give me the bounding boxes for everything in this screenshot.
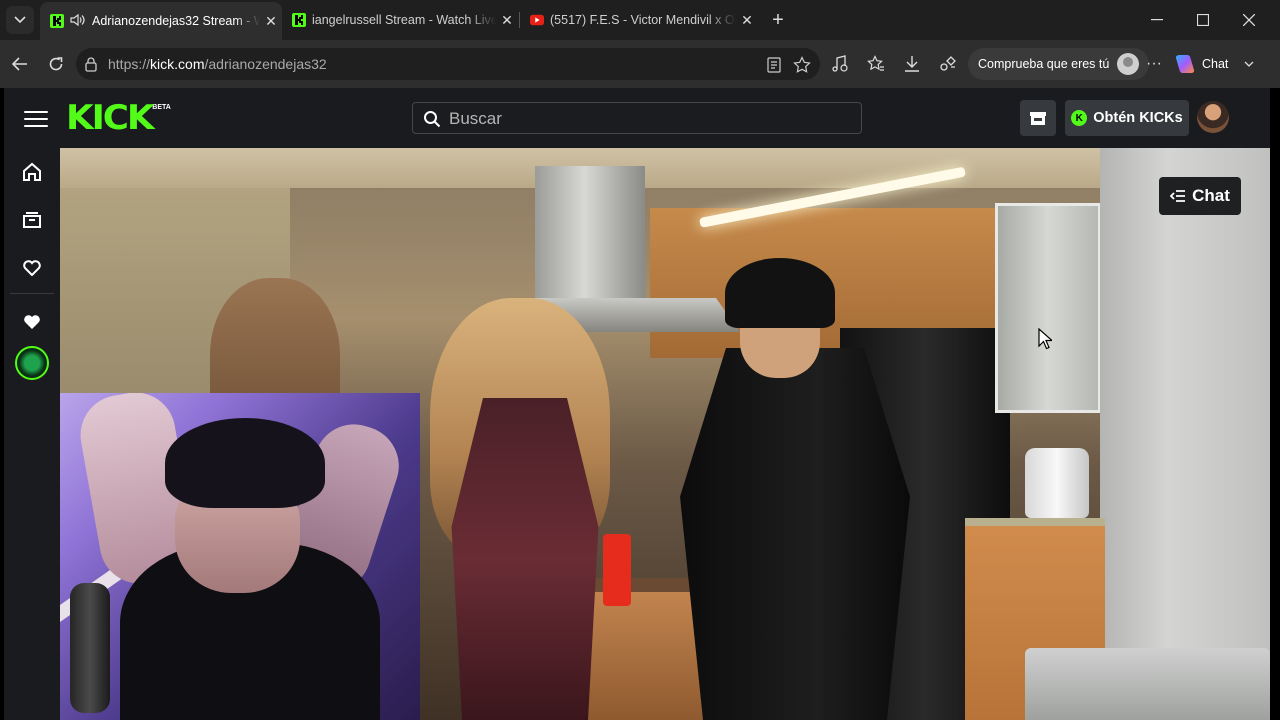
back-button[interactable] xyxy=(6,50,34,78)
hamburger-menu-icon[interactable] xyxy=(24,108,48,128)
close-icon xyxy=(1243,14,1255,26)
reload-button[interactable] xyxy=(42,50,70,78)
kick-header: KICK BETA Buscar K Obtén KICKs xyxy=(4,88,1270,148)
kick-favicon-icon xyxy=(292,13,306,27)
user-avatar[interactable] xyxy=(1197,101,1229,133)
minimize-icon xyxy=(1151,19,1163,21)
profile-verify-button[interactable]: Comprueba que eres tú xyxy=(968,48,1150,80)
music-note-icon xyxy=(832,55,848,72)
close-window-button[interactable] xyxy=(1226,0,1272,40)
copilot-label: Chat xyxy=(1202,57,1229,71)
speaker-icon[interactable] xyxy=(70,13,86,30)
maximize-window-button[interactable] xyxy=(1180,0,1226,40)
maximize-icon xyxy=(1197,14,1209,26)
search-input[interactable]: Buscar xyxy=(412,102,862,134)
following-heart-icon[interactable] xyxy=(20,256,44,280)
sidebar-divider xyxy=(10,293,54,294)
reading-view-icon[interactable] xyxy=(764,55,784,75)
followed-channels-heart-icon xyxy=(20,310,44,334)
tab-title: Adrianozendejas32 Stream - W xyxy=(92,14,260,28)
beta-badge: BETA xyxy=(152,104,171,111)
tab-title: (5517) F.E.S - Victor Mendivil x Om xyxy=(550,13,736,27)
youtube-favicon-icon xyxy=(530,13,544,27)
tab-close-icon[interactable]: ✕ xyxy=(496,12,518,29)
copilot-chat-button[interactable]: Chat xyxy=(1174,48,1254,80)
streamer-webcam-overlay xyxy=(60,393,420,720)
settings-more-button[interactable]: ··· xyxy=(1140,50,1168,78)
tab-iangelrussell[interactable]: iangelrussell Stream - Watch Live ✕ xyxy=(282,4,518,36)
get-kicks-button[interactable]: K Obtén KICKs xyxy=(1065,100,1189,136)
store-icon xyxy=(1030,112,1046,125)
video-scene xyxy=(603,534,631,606)
tab-close-icon[interactable]: ✕ xyxy=(736,12,758,29)
webcam-scene xyxy=(165,418,325,508)
video-scene xyxy=(535,166,645,316)
tab-close-icon[interactable]: ✕ xyxy=(260,13,282,30)
copilot-icon xyxy=(1175,55,1195,73)
refresh-icon xyxy=(49,57,63,71)
more-dots-icon: ··· xyxy=(1146,55,1162,72)
profile-verify-label: Comprueba que eres tú xyxy=(978,57,1110,71)
kicks-coin-icon: K xyxy=(1071,110,1088,126)
browser-tab-strip: Adrianozendejas32 Stream - W ✕ iangelrus… xyxy=(0,0,1280,40)
favorite-star-icon[interactable] xyxy=(792,55,812,75)
lock-icon[interactable] xyxy=(84,56,98,77)
search-placeholder: Buscar xyxy=(449,109,502,128)
mouse-cursor-icon xyxy=(1038,328,1052,350)
extensions-icon xyxy=(940,56,956,71)
video-scene xyxy=(1100,148,1270,720)
search-icon xyxy=(424,111,441,128)
video-player[interactable]: Chat xyxy=(60,148,1270,720)
home-icon[interactable] xyxy=(20,160,44,184)
video-scene xyxy=(680,348,910,720)
browse-icon[interactable] xyxy=(20,208,44,232)
url-path: /adrianozendejas32 xyxy=(204,56,327,72)
favorites-star-list-icon xyxy=(867,55,884,71)
extensions-button[interactable] xyxy=(934,50,962,78)
kick-logo[interactable]: KICK BETA xyxy=(66,100,171,136)
tab-actions-menu-button[interactable] xyxy=(6,6,34,34)
favorites-button[interactable] xyxy=(862,50,890,78)
show-chat-label: Chat xyxy=(1192,186,1230,205)
video-scene xyxy=(1025,648,1270,720)
tab-title: iangelrussell Stream - Watch Live xyxy=(312,13,496,27)
new-tab-button[interactable]: + xyxy=(766,6,790,34)
chevron-down-icon xyxy=(1244,61,1254,67)
video-scene xyxy=(1025,448,1089,518)
url-scheme: https:// xyxy=(108,56,151,72)
profile-avatar xyxy=(1117,53,1140,75)
media-control-button[interactable] xyxy=(826,50,854,78)
video-scene xyxy=(725,258,835,328)
url-text[interactable]: https://kick.com/adrianozendejas32 xyxy=(108,56,327,72)
followed-channel-avatar[interactable] xyxy=(15,346,49,380)
kick-page: KICK BETA Buscar K Obtén KICKs Chat xyxy=(4,88,1270,720)
minimize-window-button[interactable] xyxy=(1134,0,1180,40)
url-host: kick.com xyxy=(150,56,205,72)
webcam-scene xyxy=(70,583,110,713)
store-button[interactable] xyxy=(1020,100,1056,136)
browser-toolbar: https://kick.com/adrianozendejas32 Compr… xyxy=(0,40,1280,88)
show-chat-button[interactable]: Chat xyxy=(1159,177,1241,215)
kick-logo-text: KICK xyxy=(66,98,155,138)
kick-favicon-icon xyxy=(50,14,64,28)
get-kicks-label: Obtén KICKs xyxy=(1093,110,1183,126)
video-scene xyxy=(995,203,1101,413)
downloads-button[interactable] xyxy=(898,50,926,78)
arrow-left-icon xyxy=(12,57,27,71)
tab-youtube-fes[interactable]: (5517) F.E.S - Victor Mendivil x Om ✕ xyxy=(520,4,758,36)
address-bar[interactable]: https://kick.com/adrianozendejas32 xyxy=(76,48,820,80)
download-icon xyxy=(905,56,919,72)
kick-sidebar xyxy=(4,148,60,720)
chat-expand-icon xyxy=(1170,190,1186,202)
tab-adrianozendejas32[interactable]: Adrianozendejas32 Stream - W ✕ xyxy=(40,2,282,40)
chevron-down-icon xyxy=(14,16,26,24)
